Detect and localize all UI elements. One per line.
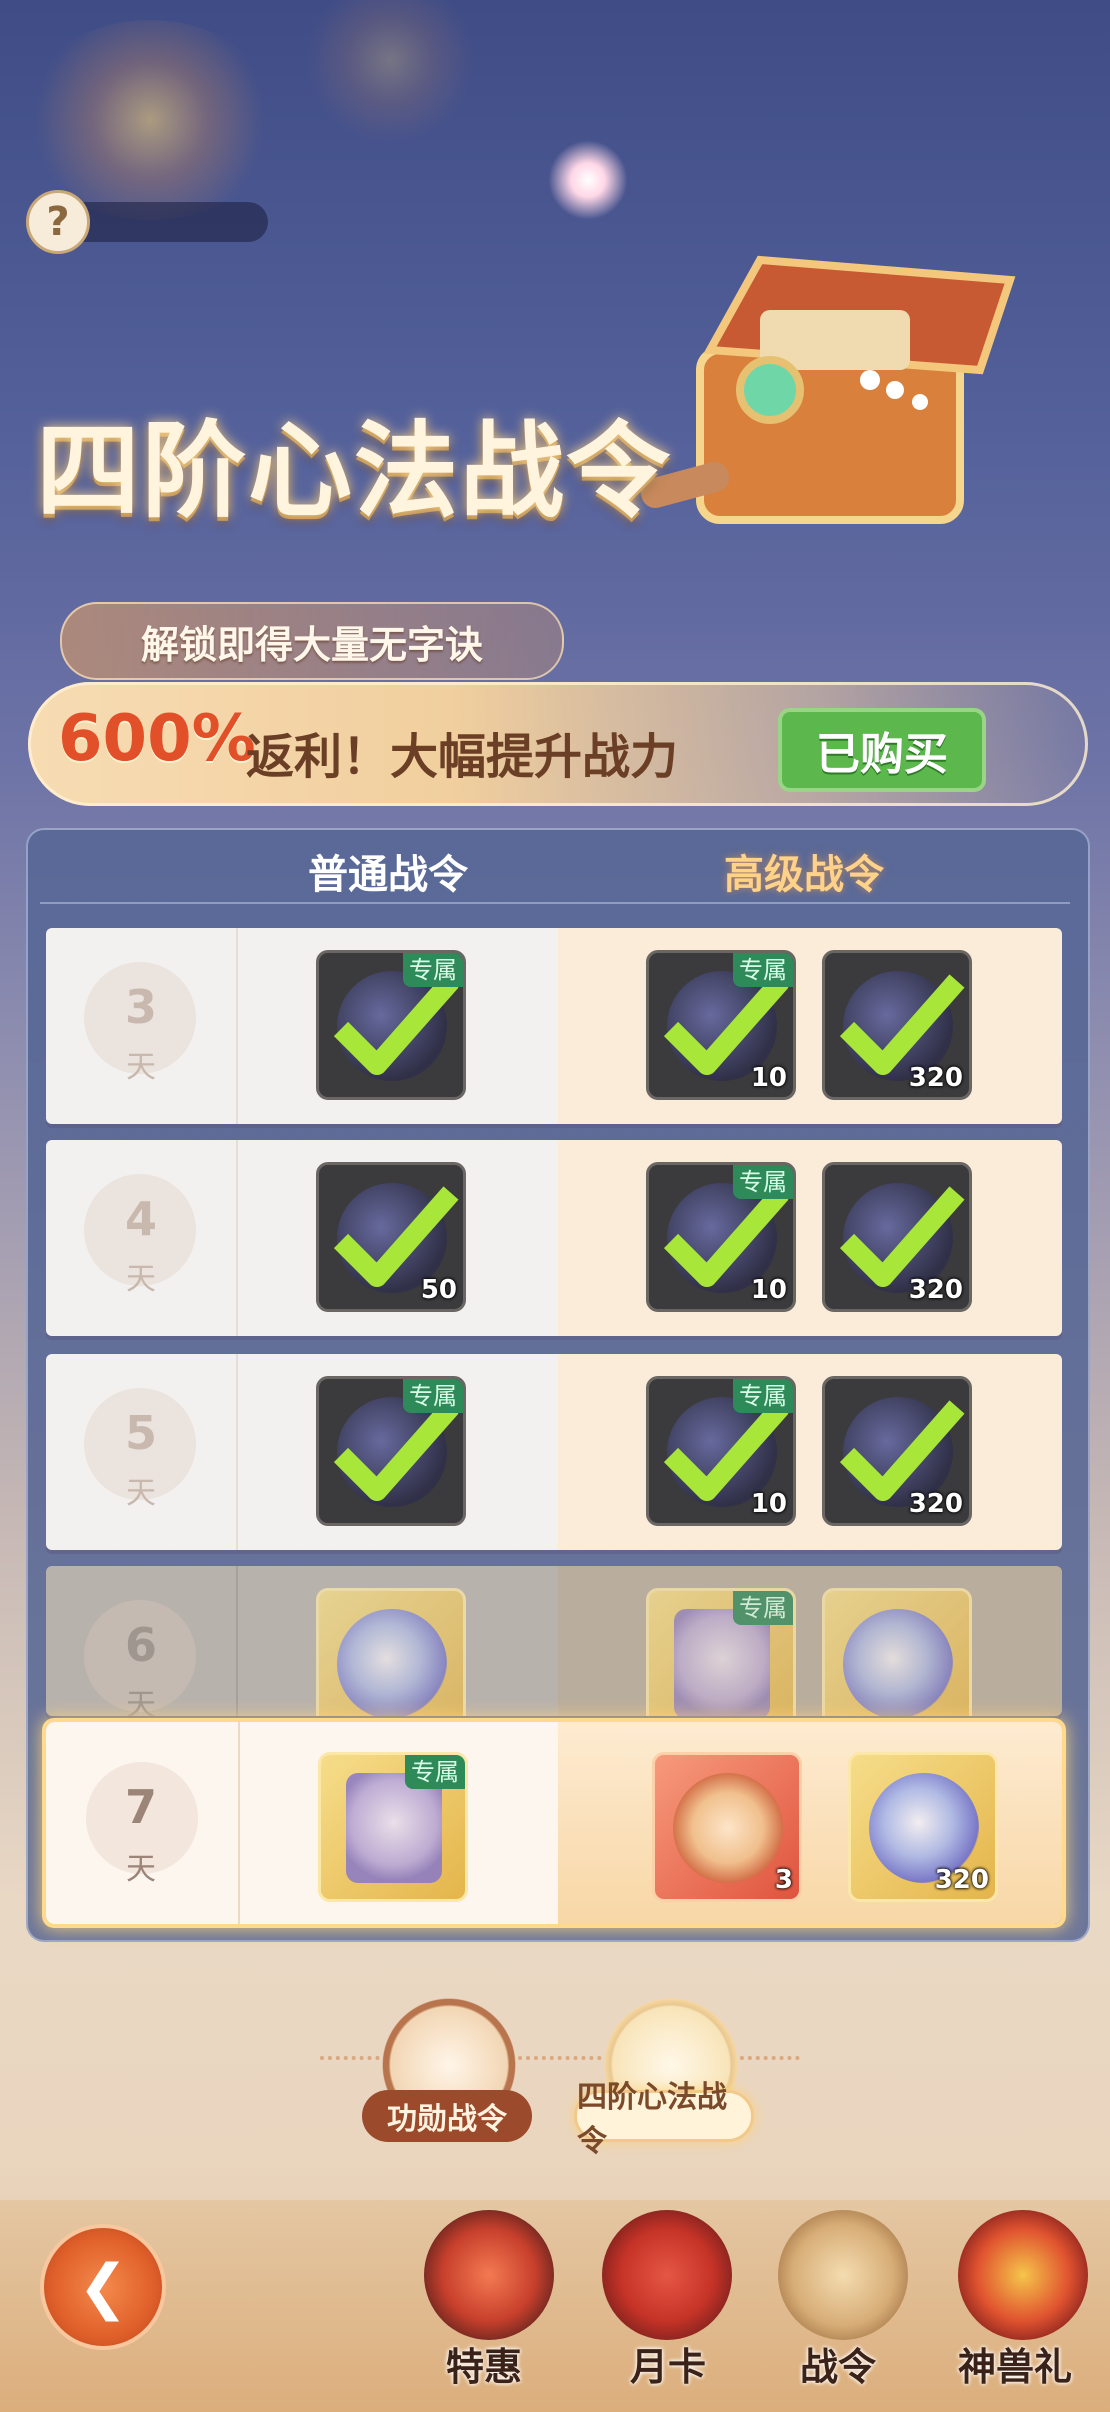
reward-row-day-3: 3 天 专属 专属 10 320	[46, 928, 1062, 1124]
reward-item-normal[interactable]: 专属	[316, 1376, 466, 1526]
reward-item-normal[interactable]: 专属	[318, 1752, 468, 1902]
reward-item-advanced-1[interactable]: 3	[652, 1752, 802, 1902]
day-number: 6	[124, 1618, 157, 1672]
sparkle-decoration	[548, 140, 628, 220]
item-quantity: 3	[774, 1865, 793, 1895]
treasure-chest-illustration	[640, 255, 1016, 524]
help-pill	[60, 202, 268, 242]
nav-special-offer-icon[interactable]	[424, 2210, 554, 2340]
item-quantity: 10	[750, 1489, 787, 1519]
day-cell: 6 天	[46, 1566, 238, 1716]
question-icon: ?	[46, 199, 70, 245]
bought-button[interactable]: 已购买	[778, 708, 986, 792]
item-quantity: 320	[908, 1489, 963, 1519]
reward-item-advanced-1[interactable]: 专属 10	[646, 1162, 796, 1312]
item-quantity: 320	[908, 1063, 963, 1093]
item-quantity: 320	[934, 1865, 989, 1895]
item-quantity: 50	[420, 1275, 457, 1305]
day-cell: 4 天	[46, 1140, 238, 1336]
reward-row-day-7: 7 天 专属 3 320	[42, 1718, 1066, 1928]
day-number: 4	[124, 1192, 157, 1246]
day-unit: 天	[126, 1050, 156, 1085]
exclusive-tag: 专属	[733, 953, 793, 987]
tab-merit-pass[interactable]: 功勋战令	[362, 2090, 532, 2142]
reward-item-normal[interactable]: 专属	[316, 950, 466, 1100]
item-quantity: 10	[750, 1063, 787, 1093]
nav-beast-gift-icon[interactable]	[958, 2210, 1088, 2340]
nav-label-beast-gift[interactable]: 神兽礼	[958, 2336, 1072, 2391]
day-number: 7	[124, 1780, 157, 1834]
reward-row-day-4: 4 天 50 专属 10 320	[46, 1140, 1062, 1336]
day-number: 3	[124, 980, 157, 1034]
exclusive-tag: 专属	[733, 1165, 793, 1199]
tab-fourth-tier-pass[interactable]: 四阶心法战令	[574, 2080, 754, 2159]
reward-item-normal[interactable]	[316, 1588, 466, 1716]
nav-label-battle-pass[interactable]: 战令	[800, 2336, 876, 2391]
divider	[40, 902, 1070, 904]
day-number: 5	[124, 1406, 157, 1460]
exclusive-tag: 专属	[733, 1591, 793, 1625]
arrow-left-icon: ❮	[77, 2252, 129, 2322]
exclusive-tag: 专属	[405, 1755, 465, 1789]
day-unit: 天	[126, 1688, 156, 1716]
reward-item-advanced-1[interactable]: 专属	[646, 1588, 796, 1716]
exclusive-tag: 专属	[403, 953, 463, 987]
day-unit: 天	[126, 1852, 156, 1887]
day-unit: 天	[126, 1476, 156, 1511]
page-title: 四阶心法战令	[36, 409, 673, 532]
reward-row-day-6: 6 天 专属	[46, 1566, 1062, 1716]
reward-row-day-5: 5 天 专属 专属 10 320	[46, 1354, 1062, 1550]
column-header-normal: 普通战令	[308, 852, 468, 898]
sand-background	[0, 2200, 1110, 2412]
nav-label-special-offer[interactable]: 特惠	[446, 2336, 522, 2391]
promo-text: 返利！大幅提升战力	[246, 729, 679, 785]
reward-item-advanced-1[interactable]: 专属 10	[646, 1376, 796, 1526]
exclusive-tag: 专属	[403, 1379, 463, 1413]
reward-item-advanced-1[interactable]: 专属 10	[646, 950, 796, 1100]
reward-item-advanced-2[interactable]	[822, 1588, 972, 1716]
reward-item-advanced-2[interactable]: 320	[822, 950, 972, 1100]
back-button[interactable]: ❮	[40, 2224, 166, 2350]
subtitle-banner: 解锁即得大量无字诀	[60, 602, 564, 680]
item-quantity: 10	[750, 1275, 787, 1305]
reward-item-normal[interactable]: 50	[316, 1162, 466, 1312]
nav-battle-pass-icon[interactable]	[778, 2210, 908, 2340]
help-button[interactable]: ?	[26, 190, 90, 254]
firework-decoration	[300, 0, 480, 140]
nav-monthly-card-icon[interactable]	[602, 2210, 732, 2340]
reward-item-advanced-2[interactable]: 320	[848, 1752, 998, 1902]
day-cell: 3 天	[46, 928, 238, 1124]
day-unit: 天	[126, 1262, 156, 1297]
item-quantity: 320	[908, 1275, 963, 1305]
reward-item-advanced-2[interactable]: 320	[822, 1162, 972, 1312]
reward-item-advanced-2[interactable]: 320	[822, 1376, 972, 1526]
exclusive-tag: 专属	[733, 1379, 793, 1413]
day-cell: 5 天	[46, 1354, 238, 1550]
column-header-advanced: 高级战令	[724, 852, 884, 898]
nav-label-monthly-card[interactable]: 月卡	[630, 2336, 706, 2391]
promo-percent: 600%	[58, 702, 256, 776]
day-cell: 7 天	[46, 1722, 240, 1924]
